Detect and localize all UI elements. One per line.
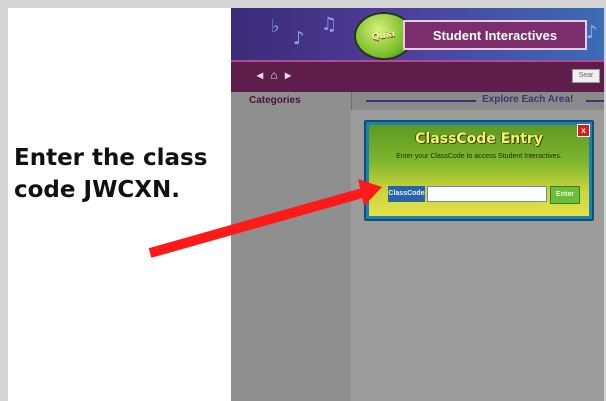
music-note-icon: ♪ bbox=[586, 22, 598, 43]
dialog-title: ClassCode Entry bbox=[415, 131, 543, 147]
music-note-icon: ♭ bbox=[271, 16, 280, 37]
explore-heading: Explore Each Area! bbox=[482, 94, 574, 105]
classcode-label: ClassCode bbox=[388, 186, 425, 202]
divider bbox=[366, 100, 476, 102]
app-title: Student Interactives bbox=[403, 20, 587, 50]
app-screenshot: ♭ ♪ ♫ ♪ Quia Student Interactives ◂ ⌂ ▸ … bbox=[231, 8, 604, 401]
explore-heading-row: Explore Each Area! bbox=[366, 94, 604, 108]
enter-button[interactable]: Enter bbox=[550, 186, 580, 204]
classcode-row: ClassCode Enter bbox=[388, 186, 580, 204]
dialog-body: x ClassCode Entry Enter your ClassCode t… bbox=[369, 124, 590, 216]
header-banner: ♭ ♪ ♫ ♪ Quia Student Interactives bbox=[231, 8, 604, 60]
logo-text: Quia bbox=[371, 29, 397, 43]
sidebar: Categories bbox=[231, 92, 352, 401]
dialog-subtitle: Enter your ClassCode to access Student I… bbox=[396, 153, 562, 160]
slide: Enter the class code JWCXN. ♭ ♪ ♫ ♪ Quia… bbox=[8, 8, 604, 401]
nav-bar: ◂ ⌂ ▸ Sear bbox=[231, 60, 604, 94]
categories-heading: Categories bbox=[249, 95, 301, 106]
classcode-input[interactable] bbox=[427, 186, 547, 202]
nav-controls[interactable]: ◂ ⌂ ▸ bbox=[257, 68, 293, 82]
music-note-icon: ♫ bbox=[321, 14, 338, 35]
music-note-icon: ♪ bbox=[293, 28, 305, 49]
divider bbox=[586, 100, 604, 102]
search-button[interactable]: Sear bbox=[572, 69, 600, 83]
instruction-text: Enter the class code JWCXN. bbox=[14, 145, 208, 203]
classcode-dialog: x ClassCode Entry Enter your ClassCode t… bbox=[364, 120, 594, 221]
